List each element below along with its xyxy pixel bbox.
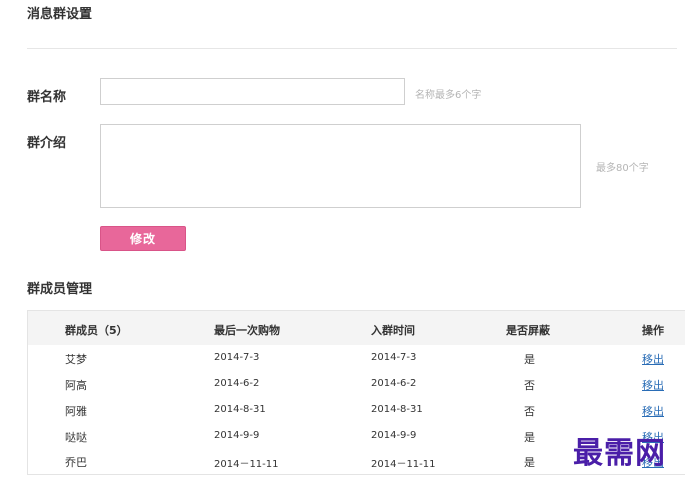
last-purchase-date: 2014-7-3 bbox=[214, 352, 260, 363]
joined-date: 2014-7-3 bbox=[371, 352, 417, 363]
table-header: 群成员（5） 最后一次购物 入群时间 是否屏蔽 操作 bbox=[28, 311, 685, 345]
members-section-title: 群成员管理 bbox=[27, 282, 93, 297]
column-header-last-purchase: 最后一次购物 bbox=[214, 324, 280, 337]
modify-button[interactable]: 修改 bbox=[100, 226, 186, 251]
member-name: 阿雅 bbox=[65, 405, 87, 418]
blocked-status: 否 bbox=[524, 405, 535, 418]
column-header-member: 群成员（5） bbox=[65, 324, 128, 337]
column-header-joined: 入群时间 bbox=[371, 324, 415, 337]
group-name-label: 群名称 bbox=[27, 90, 67, 105]
column-header-action: 操作 bbox=[642, 324, 664, 337]
last-purchase-date: 2014-8-31 bbox=[214, 404, 266, 415]
joined-date: 2014-6-2 bbox=[371, 378, 417, 389]
joined-date: 2014-9-9 bbox=[371, 430, 417, 441]
joined-date: 2014-8-31 bbox=[371, 404, 423, 415]
member-name: 艾梦 bbox=[65, 353, 87, 366]
group-intro-hint: 最多80个字 bbox=[596, 163, 649, 174]
remove-member-link[interactable]: 移出 bbox=[642, 403, 664, 419]
title-divider bbox=[27, 48, 677, 49]
remove-member-link[interactable]: 移出 bbox=[642, 351, 664, 367]
group-intro-input[interactable] bbox=[100, 124, 581, 208]
last-purchase-date: 2014-6-2 bbox=[214, 378, 260, 389]
member-name: 乔巴 bbox=[65, 456, 87, 469]
watermark-logo: 最需网 bbox=[573, 436, 666, 471]
remove-member-link[interactable]: 移出 bbox=[642, 377, 664, 393]
table-row: 阿高 2014-6-2 2014-6-2 否 移出 bbox=[28, 373, 685, 399]
member-name: 阿高 bbox=[65, 379, 87, 392]
last-purchase-date: 2014－11-11 bbox=[214, 459, 279, 470]
page-title: 消息群设置 bbox=[27, 7, 93, 22]
group-intro-label: 群介绍 bbox=[27, 136, 67, 151]
member-name: 哒哒 bbox=[65, 431, 87, 444]
joined-date: 2014－11-11 bbox=[371, 459, 436, 470]
group-name-hint: 名称最多6个字 bbox=[415, 90, 482, 101]
last-purchase-date: 2014-9-9 bbox=[214, 430, 260, 441]
blocked-status: 是 bbox=[524, 353, 535, 366]
table-row: 阿雅 2014-8-31 2014-8-31 否 移出 bbox=[28, 399, 685, 425]
group-name-input[interactable] bbox=[100, 78, 405, 105]
table-row: 艾梦 2014-7-3 2014-7-3 是 移出 bbox=[28, 347, 685, 373]
blocked-status: 是 bbox=[524, 431, 535, 444]
blocked-status: 是 bbox=[524, 456, 535, 469]
blocked-status: 否 bbox=[524, 379, 535, 392]
column-header-blocked: 是否屏蔽 bbox=[506, 324, 550, 337]
